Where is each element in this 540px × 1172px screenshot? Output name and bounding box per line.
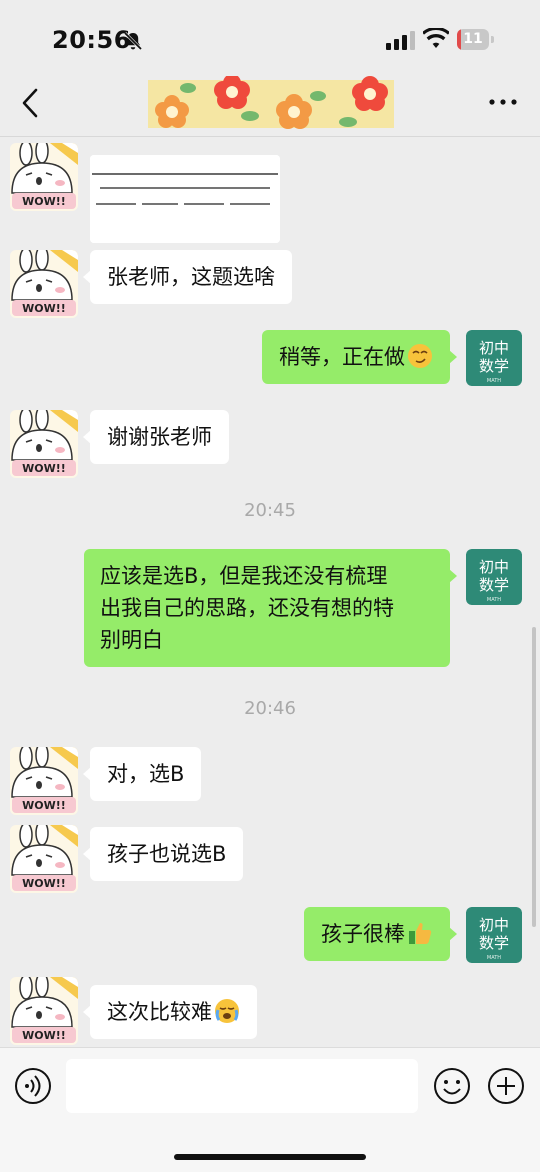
svg-text:数学: 数学 bbox=[479, 357, 509, 375]
svg-text:WOW!!: WOW!! bbox=[22, 799, 66, 812]
chat-header bbox=[0, 70, 540, 137]
cellular-signal-icon bbox=[386, 31, 415, 50]
message-bubble[interactable]: 张老师，这题选啥 bbox=[83, 250, 292, 304]
message-bubble[interactable]: 这次比较难 bbox=[83, 985, 257, 1039]
wifi-icon bbox=[423, 28, 449, 48]
smirking-face-emoji bbox=[408, 344, 432, 368]
my-avatar[interactable]: 初中 数学 MATH bbox=[466, 549, 522, 605]
message-bubble[interactable]: 谢谢张老师 bbox=[83, 410, 229, 464]
message-text-line: 应该是选B，但是我还没有梳理 bbox=[100, 564, 388, 588]
status-bar: 20:56 11 bbox=[0, 0, 540, 80]
contact-avatar[interactable]: WOW!! bbox=[10, 250, 78, 318]
message-row: 初中 数学 MATH 应该是选B，但是我还没有梳理 出我自己的思路，还没有想的特 别… bbox=[0, 549, 540, 669]
svg-text:MATH: MATH bbox=[487, 597, 501, 603]
message-row: 初中 数学 MATH 稍等，正在做 bbox=[0, 327, 540, 407]
math-problem-image bbox=[90, 155, 280, 243]
message-row: WOW!! 张老师，这题选啥 bbox=[0, 247, 540, 327]
more-dots-icon[interactable] bbox=[488, 92, 518, 112]
message-bubble[interactable]: 孩子很棒 bbox=[304, 907, 457, 961]
battery-icon: 11 bbox=[457, 29, 495, 50]
message-text: 张老师，这题选啥 bbox=[107, 265, 275, 289]
message-bubble[interactable]: 应该是选B，但是我还没有梳理 出我自己的思路，还没有想的特 别明白 bbox=[84, 549, 457, 667]
chevron-left-icon[interactable] bbox=[16, 86, 46, 120]
svg-text:数学: 数学 bbox=[479, 576, 509, 594]
chat-messages[interactable]: WOW!! WOW!! 张老师，这题选啥 初中 数学 MATH 稍等，正在做 W… bbox=[0, 137, 540, 1047]
message-bubble[interactable]: 对，选B bbox=[82, 747, 202, 801]
message-row: WOW!! 孩子也说选B bbox=[0, 825, 540, 905]
svg-text:初中: 初中 bbox=[479, 339, 509, 357]
scrollbar[interactable] bbox=[532, 627, 536, 927]
bell-slash-icon bbox=[123, 31, 143, 51]
message-input[interactable] bbox=[66, 1059, 418, 1113]
message-text: 这次比较难 bbox=[107, 1000, 212, 1024]
message-text: 稍等，正在做 bbox=[279, 345, 405, 369]
message-text-line: 别明白 bbox=[100, 628, 163, 652]
contact-avatar[interactable]: WOW!! bbox=[10, 977, 78, 1045]
crying-face-emoji bbox=[215, 999, 239, 1023]
message-text: 谢谢张老师 bbox=[107, 425, 212, 449]
message-text: 孩子也说选B bbox=[107, 842, 227, 866]
svg-text:WOW!!: WOW!! bbox=[22, 877, 66, 890]
svg-text:WOW!!: WOW!! bbox=[22, 1029, 66, 1042]
status-time: 20:56 bbox=[52, 26, 131, 54]
message-text: 孩子很棒 bbox=[321, 922, 405, 946]
contact-avatar[interactable]: WOW!! bbox=[10, 747, 78, 815]
svg-text:MATH: MATH bbox=[487, 955, 501, 961]
svg-text:数学: 数学 bbox=[479, 934, 509, 952]
voice-icon[interactable] bbox=[14, 1067, 52, 1105]
message-text-line: 出我自己的思路，还没有想的特 bbox=[100, 596, 394, 620]
flower-banner bbox=[148, 76, 394, 129]
svg-text:WOW!!: WOW!! bbox=[22, 195, 66, 208]
message-row: 初中 数学 MATH 孩子很棒 bbox=[0, 905, 540, 985]
contact-avatar[interactable]: WOW!! bbox=[10, 143, 78, 211]
battery-level: 11 bbox=[463, 31, 483, 47]
contact-avatar[interactable]: WOW!! bbox=[10, 825, 78, 893]
contact-avatar[interactable]: WOW!! bbox=[10, 410, 78, 478]
svg-text:WOW!!: WOW!! bbox=[22, 302, 66, 315]
home-indicator bbox=[174, 1154, 366, 1160]
svg-text:WOW!!: WOW!! bbox=[22, 462, 66, 475]
message-row: WOW!! bbox=[0, 137, 540, 247]
svg-text:初中: 初中 bbox=[479, 916, 509, 934]
message-row: WOW!! 对，选B bbox=[0, 747, 540, 827]
my-avatar[interactable]: 初中 数学 MATH bbox=[466, 330, 522, 386]
message-image[interactable] bbox=[90, 155, 280, 243]
message-row: WOW!! 谢谢张老师 bbox=[0, 407, 540, 487]
message-text: 对，选B bbox=[107, 762, 185, 786]
message-row: WOW!! 这次比较难 bbox=[0, 977, 540, 1047]
input-bar bbox=[0, 1047, 540, 1172]
message-bubble[interactable]: 稍等，正在做 bbox=[262, 330, 457, 384]
svg-text:初中: 初中 bbox=[479, 558, 509, 576]
my-avatar[interactable]: 初中 数学 MATH bbox=[466, 907, 522, 963]
svg-text:MATH: MATH bbox=[487, 378, 501, 384]
message-bubble[interactable]: 孩子也说选B bbox=[82, 827, 244, 881]
plus-icon[interactable] bbox=[487, 1067, 525, 1105]
timestamp: 20:46 bbox=[244, 698, 296, 719]
emoji-icon[interactable] bbox=[433, 1067, 471, 1105]
timestamp: 20:45 bbox=[244, 500, 296, 521]
thumbs-up-emoji bbox=[409, 923, 432, 944]
